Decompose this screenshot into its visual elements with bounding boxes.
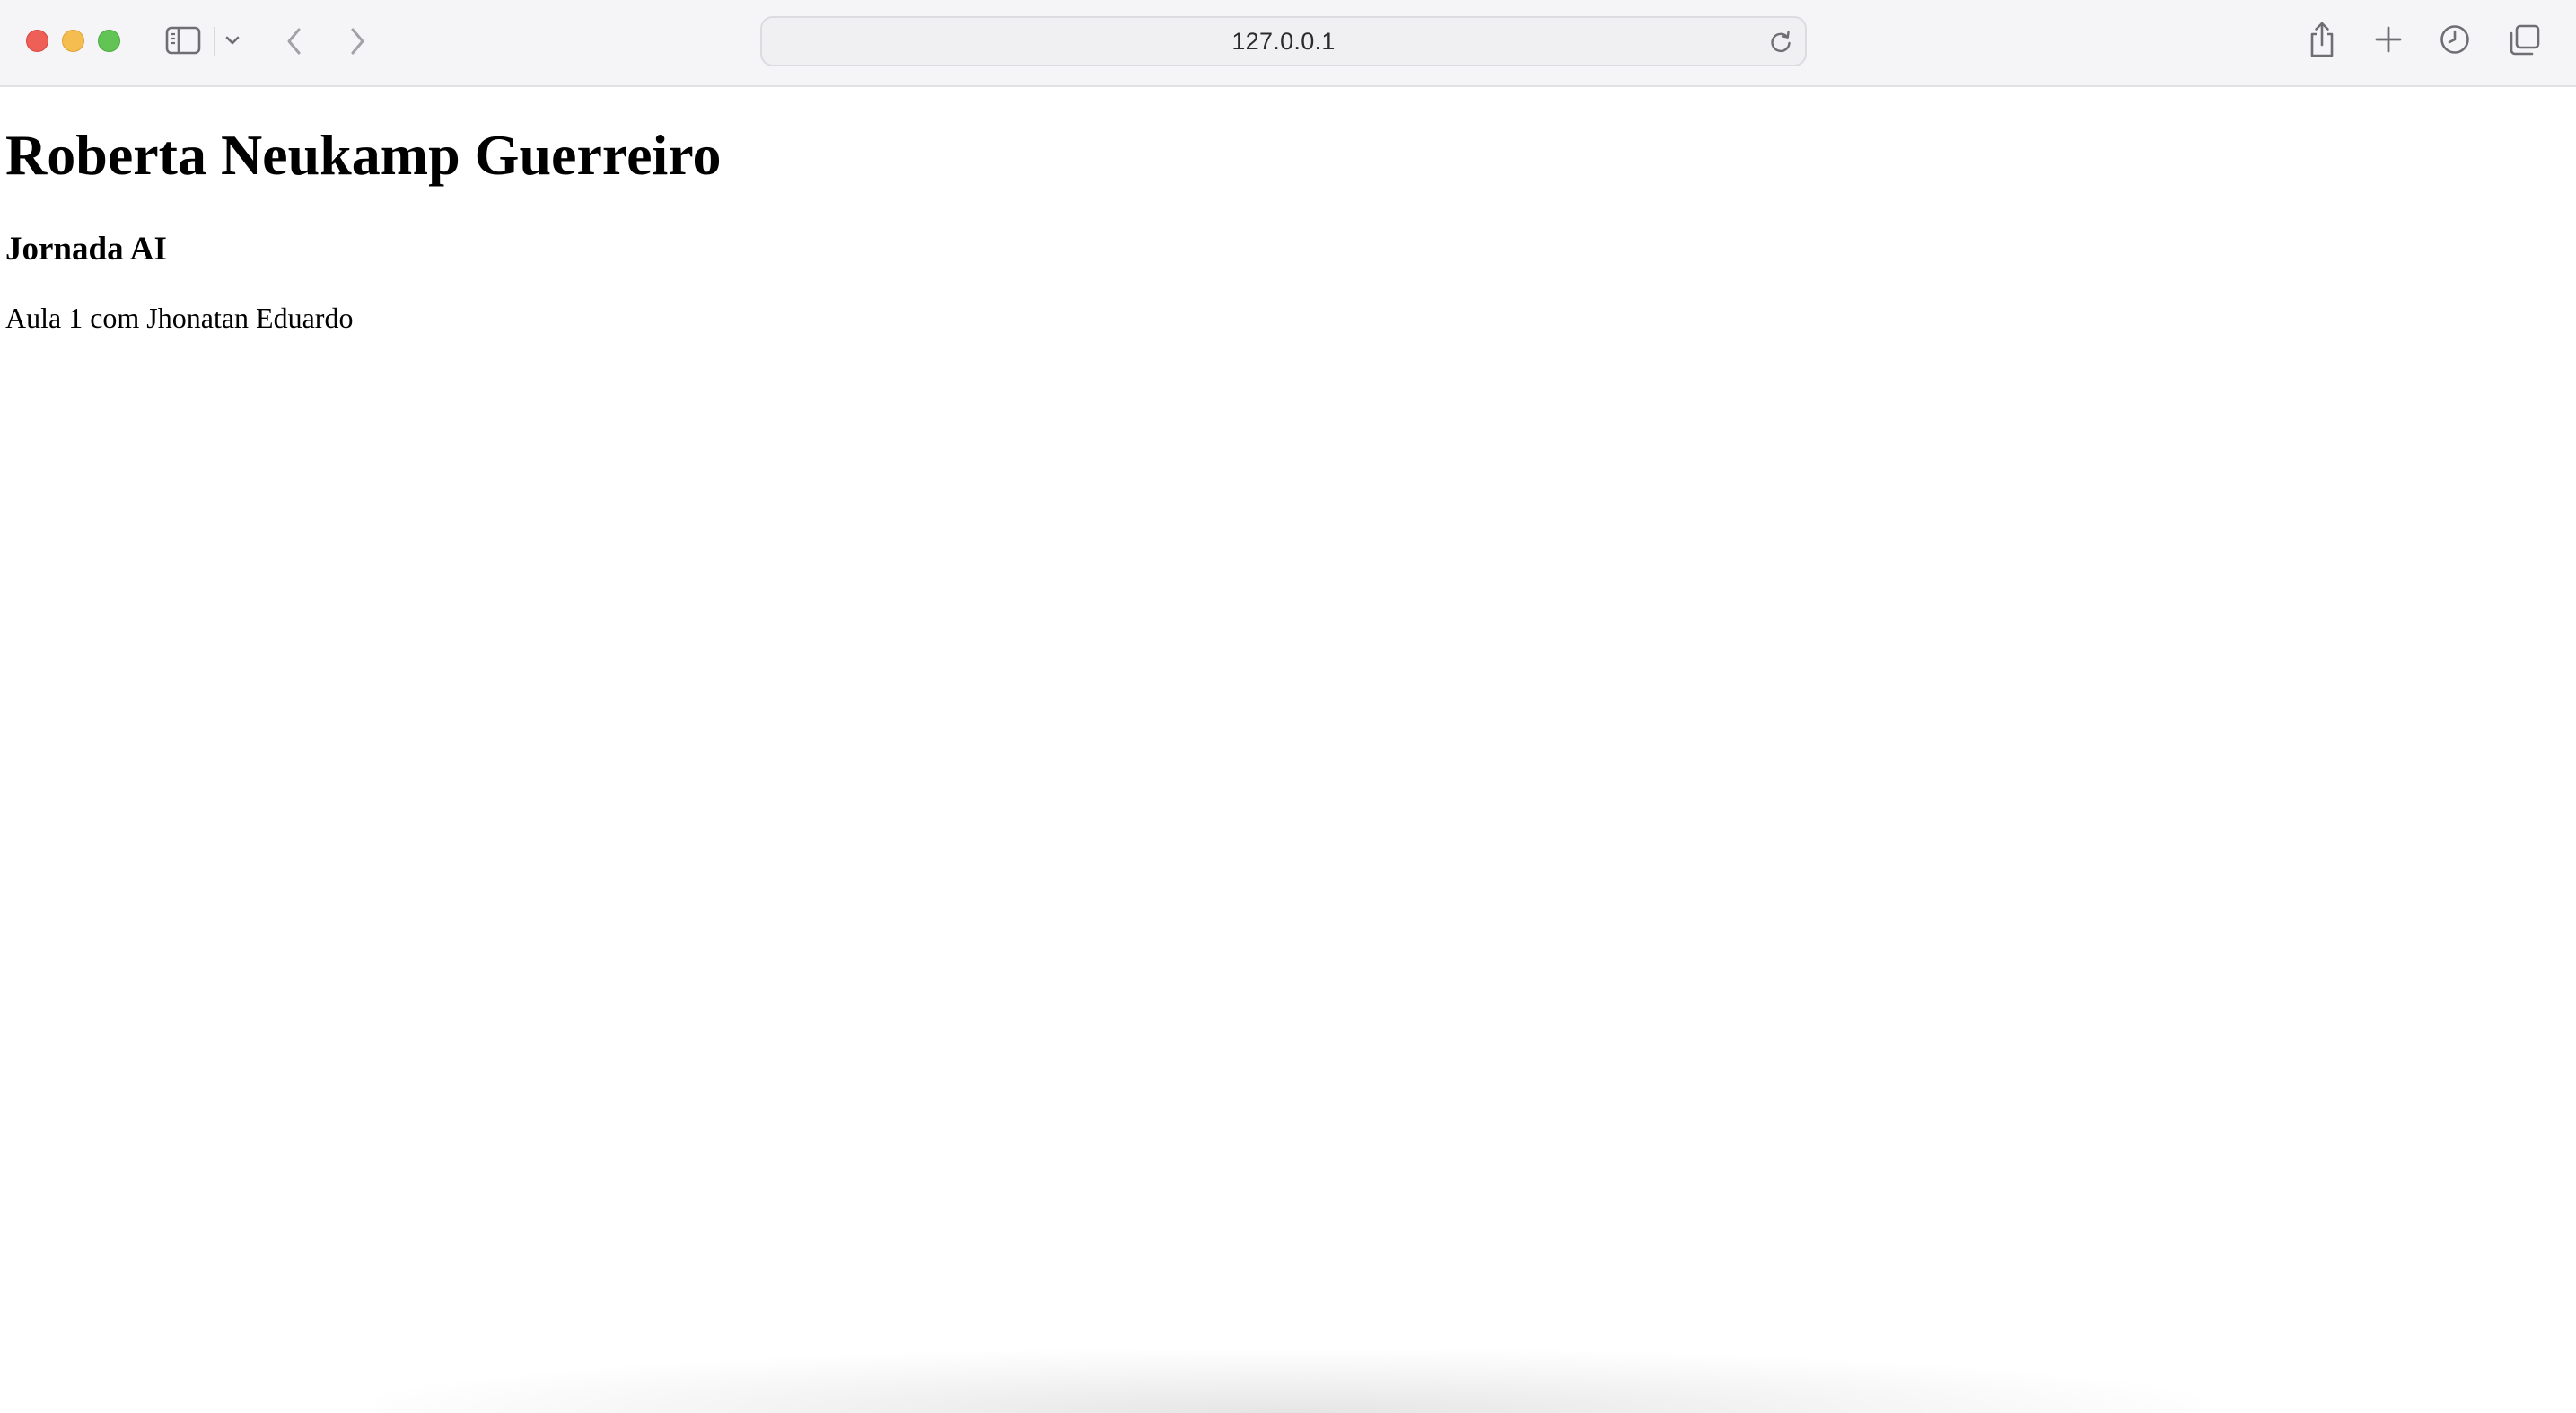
address-text[interactable]: 127.0.0.1 [762, 18, 1805, 65]
browser-window: 127.0.0.1 Roberta Neukamp Guerreiro Jorn… [0, 0, 2576, 1413]
page-subtitle: Jornada AI [5, 231, 167, 268]
tab-group-menu-button[interactable] [223, 31, 242, 50]
back-button[interactable] [278, 23, 311, 59]
forward-button[interactable] [341, 23, 373, 59]
plus-icon [2375, 26, 2402, 53]
page-title: Roberta Neukamp Guerreiro [5, 123, 722, 187]
back-arrow-icon [285, 27, 303, 56]
sidebar-toggle-button[interactable] [164, 24, 202, 57]
history-button[interactable] [2439, 23, 2471, 56]
reload-button[interactable] [1767, 29, 1794, 60]
share-icon [2308, 21, 2336, 58]
forward-arrow-icon [348, 27, 366, 56]
chevron-down-icon [224, 35, 241, 46]
close-window-button[interactable] [26, 30, 48, 52]
share-button[interactable] [2306, 20, 2338, 59]
tab-overview-button[interactable] [2508, 23, 2542, 57]
web-page: Roberta Neukamp Guerreiro Jornada AI Aul… [0, 87, 2576, 1413]
address-bar[interactable]: 127.0.0.1 [760, 16, 1807, 66]
minimize-window-button[interactable] [62, 30, 84, 52]
reload-icon [1767, 31, 1794, 59]
toolbar-divider [214, 27, 215, 56]
maximize-window-button[interactable] [98, 30, 120, 52]
tab-overview-icon [2509, 24, 2541, 57]
new-tab-button[interactable] [2374, 25, 2403, 54]
browser-toolbar: 127.0.0.1 [0, 0, 2576, 87]
page-paragraph: Aula 1 com Jhonatan Eduardo [5, 302, 354, 334]
clock-icon [2440, 24, 2470, 55]
sidebar-icon [165, 26, 201, 55]
